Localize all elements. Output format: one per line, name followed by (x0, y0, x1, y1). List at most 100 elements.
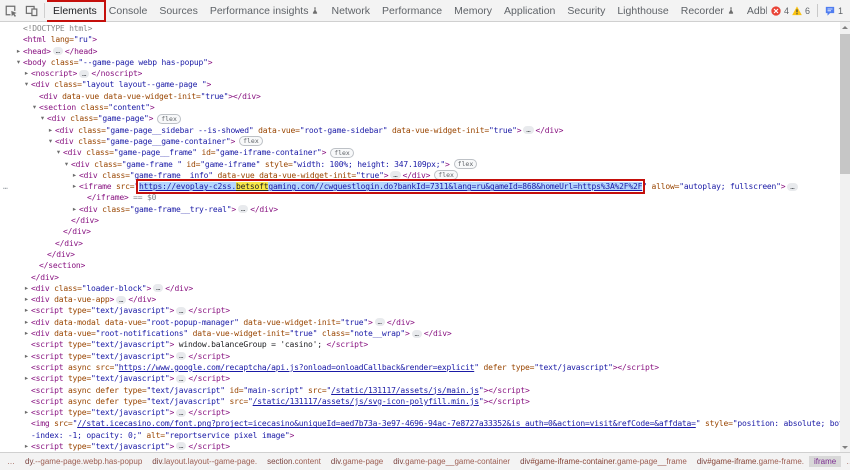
dom-tree-line[interactable]: -index: -1; opacity: 0;" alt="reportserv… (0, 430, 840, 441)
dom-tree-line[interactable]: <html lang="ru"> (0, 34, 840, 45)
device-toolbar-icon[interactable] (21, 0, 42, 21)
collapse-arrow-icon[interactable]: ▾ (38, 113, 47, 124)
expand-arrow-icon[interactable]: ▸ (22, 294, 31, 305)
attribute-link[interactable]: gaming.com//cwguestlogin.do?bankId=7311&… (268, 182, 642, 192)
expand-arrow-icon[interactable]: ▸ (70, 170, 79, 181)
dom-tree-line[interactable]: </iframe> == $0 (0, 192, 840, 203)
expand-arrow-icon[interactable]: ▸ (70, 204, 79, 215)
dom-tree-line[interactable]: ▸ <div class="game-frame__info" data-vue … (0, 170, 840, 181)
inline-expand-button[interactable]: … (176, 306, 187, 315)
inline-expand-button[interactable]: … (176, 374, 187, 383)
dom-tree-line[interactable]: <script async defer type="text/javascrip… (0, 396, 840, 407)
dom-tree-line[interactable]: ▸ <script type="text/javascript">… </scrip… (0, 373, 840, 384)
error-count[interactable]: 4 (784, 6, 789, 16)
breadcrumb-item[interactable]: div#game-iframe-container.game-page__fra… (515, 456, 692, 467)
dom-tree-line[interactable]: <div data-vue data-vue-widget-init="true… (0, 91, 840, 102)
inline-expand-button[interactable]: … (374, 318, 385, 327)
dom-tree-line[interactable]: ▸ <div class="game-frame__try-real">… </di… (0, 204, 840, 215)
breadcrumb-item[interactable]: div.layout.layout--game-page. (147, 456, 262, 467)
tab-console[interactable]: Console (103, 0, 154, 22)
expand-arrow-icon[interactable]: ▸ (22, 283, 31, 294)
breadcrumb-item[interactable]: div.game-page (326, 456, 388, 467)
dom-tree-line[interactable]: <!DOCTYPE html> (0, 23, 840, 34)
inline-expand-button[interactable]: … (237, 205, 249, 214)
warning-count[interactable]: 6 (805, 6, 810, 16)
tab-lighthouse[interactable]: Lighthouse (611, 0, 674, 22)
attribute-link[interactable]: https://evoplay-c2ss. (139, 182, 236, 192)
attribute-link[interactable]: //stat.icecasino.com/font.png?project=ic… (77, 419, 696, 428)
dom-tree-line[interactable]: ▾ <div class="layout layout--game-page "> (0, 79, 840, 90)
inline-expand-button[interactable]: … (176, 352, 187, 361)
expand-arrow-icon[interactable]: ▸ (22, 407, 31, 418)
breadcrumb-item[interactable]: iframe (809, 456, 842, 467)
attribute-link[interactable]: /static/131117/assets/js/main.js (331, 386, 479, 395)
dom-tree-line[interactable]: ▸ <div data-modal data-vue="root-popup-ma… (0, 317, 840, 328)
expand-arrow-icon[interactable]: ▸ (46, 125, 55, 136)
tab-network[interactable]: Network (325, 0, 376, 22)
flex-badge[interactable]: flex (330, 147, 354, 158)
dom-tree-line[interactable]: ▸ <div data-vue="root-notifications" data… (0, 328, 840, 339)
inline-expand-button[interactable]: … (116, 295, 127, 304)
dom-tree-line[interactable]: ▸ <div class="loader-block">… </div> (0, 283, 840, 294)
dom-tree-line[interactable]: ▸ <script type="text/javascript">… </scrip… (0, 351, 840, 362)
dom-tree-line[interactable]: </section> (0, 260, 840, 271)
tab-performance-insights[interactable]: Performance insights (204, 0, 326, 22)
inline-expand-button[interactable]: … (787, 182, 798, 191)
dom-tree-line[interactable]: ▸ <head>… </head> (0, 46, 840, 57)
flex-badge[interactable]: flex (157, 113, 181, 124)
tab-application[interactable]: Application (498, 0, 561, 22)
dom-tree-line[interactable]: ▸ <script type="text/javascript">… </scrip… (0, 407, 840, 418)
expand-arrow-icon[interactable]: ▸ (22, 351, 31, 362)
breadcrumb-item[interactable]: … (2, 456, 20, 467)
inspect-element-icon[interactable] (0, 0, 21, 21)
collapse-arrow-icon[interactable]: ▾ (30, 102, 39, 113)
dom-tree-line[interactable]: ▸ <script type="text/javascript">… </scrip… (0, 441, 840, 452)
message-count[interactable]: 1 (838, 6, 843, 16)
dom-tree-line[interactable]: </div> (0, 249, 840, 260)
breadcrumb-item[interactable]: div.game-page__game-container (388, 456, 515, 467)
dom-tree-line[interactable]: </div> (0, 215, 840, 226)
dom-tree-line[interactable]: <script async defer type="text/javascrip… (0, 385, 840, 396)
tab-adblock-plus[interactable]: Adblock Plus (741, 0, 767, 22)
expand-arrow-icon[interactable]: ▸ (22, 328, 31, 339)
expand-arrow-icon[interactable]: ▸ (70, 181, 79, 192)
inline-expand-button[interactable]: … (411, 329, 422, 338)
dom-tree-line[interactable]: ▾ <div class="game-page__frame" id="game-… (0, 147, 840, 158)
tab-sources[interactable]: Sources (153, 0, 204, 22)
dom-tree-line[interactable]: ▾ <div class="game-page__game-container">… (0, 136, 840, 147)
attribute-link[interactable]: /static/131117/assets/js/svg-icon-polyfi… (253, 397, 479, 406)
dom-tree-line[interactable]: ▾ <body class="--game-page webp has-popup… (0, 57, 840, 68)
breadcrumb-item[interactable]: div#game-iframe.game-frame. (692, 456, 809, 467)
scroll-up-arrow-icon[interactable] (840, 22, 850, 32)
scroll-down-arrow-icon[interactable] (840, 442, 850, 452)
flex-badge[interactable]: flex (239, 136, 263, 147)
flex-badge[interactable]: flex (434, 170, 458, 181)
dom-tree-line[interactable]: ▸ <div class="game-page__sidebar --is-sho… (0, 125, 840, 136)
breadcrumb-item[interactable]: … (841, 456, 850, 467)
dom-tree-line[interactable]: </div> (0, 238, 840, 249)
dom-tree-line[interactable]: ▸ <noscript>… </noscript> (0, 68, 840, 79)
breadcrumb-item[interactable]: section.content (262, 456, 326, 467)
dom-tree-line[interactable]: </div> (0, 226, 840, 237)
dom-tree-line[interactable]: ▾ <div class="game-page"> flex (0, 113, 840, 124)
tab-elements[interactable]: Elements (47, 0, 106, 22)
expand-arrow-icon[interactable]: ▸ (22, 68, 31, 79)
messages-icon[interactable] (825, 6, 835, 16)
tab-memory[interactable]: Memory (448, 0, 498, 22)
inline-expand-button[interactable]: … (390, 171, 401, 180)
inline-expand-button[interactable]: … (523, 126, 534, 135)
vertical-scrollbar[interactable] (840, 22, 850, 452)
tab-recorder[interactable]: Recorder (675, 0, 741, 22)
inline-expand-button[interactable]: … (153, 284, 164, 293)
dom-tree-line[interactable]: <script async src="https://www.google.co… (0, 362, 840, 373)
tab-performance[interactable]: Performance (376, 0, 448, 22)
attribute-link[interactable]: https://www.google.com/recaptcha/api.js?… (119, 363, 475, 372)
dom-tree-line[interactable]: </div> (0, 272, 840, 283)
expand-arrow-icon[interactable]: ▸ (22, 317, 31, 328)
collapse-arrow-icon[interactable]: ▾ (62, 159, 71, 170)
dom-tree-line[interactable]: <script type="text/javascript"> window.b… (0, 339, 840, 350)
dom-tree-line[interactable]: ▾ <div class="game-frame " id="game-ifram… (0, 159, 840, 170)
dom-tree-line[interactable]: ▾ <section class="content"> (0, 102, 840, 113)
expand-arrow-icon[interactable]: ▸ (22, 305, 31, 316)
inline-expand-button[interactable]: … (176, 408, 187, 417)
